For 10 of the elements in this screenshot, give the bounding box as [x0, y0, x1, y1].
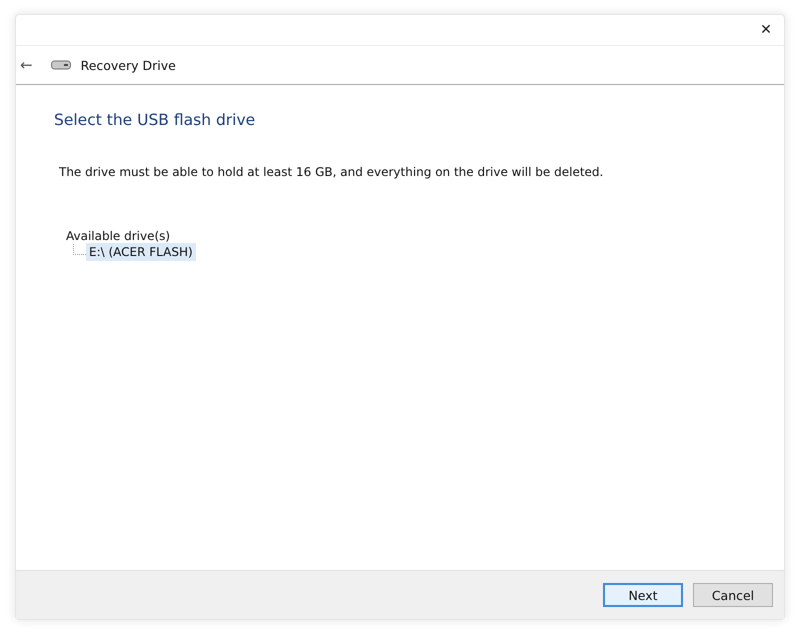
drive-item[interactable]: E:\ (ACER FLASH) — [86, 243, 196, 261]
back-button[interactable]: ← — [20, 56, 41, 74]
window-title: Recovery Drive — [80, 58, 176, 72]
drive-icon — [50, 60, 71, 70]
description-text: The drive must be able to hold at least 16 GB, and everything on the drive will be deleted. — [59, 165, 604, 179]
close-button[interactable]: ✕ — [748, 15, 784, 45]
tree-label: Available drive(s) — [66, 229, 172, 243]
next-button[interactable]: Next — [603, 583, 683, 607]
cancel-button[interactable]: Cancel — [693, 583, 773, 607]
page-heading: Select the USB flash drive — [54, 111, 256, 129]
